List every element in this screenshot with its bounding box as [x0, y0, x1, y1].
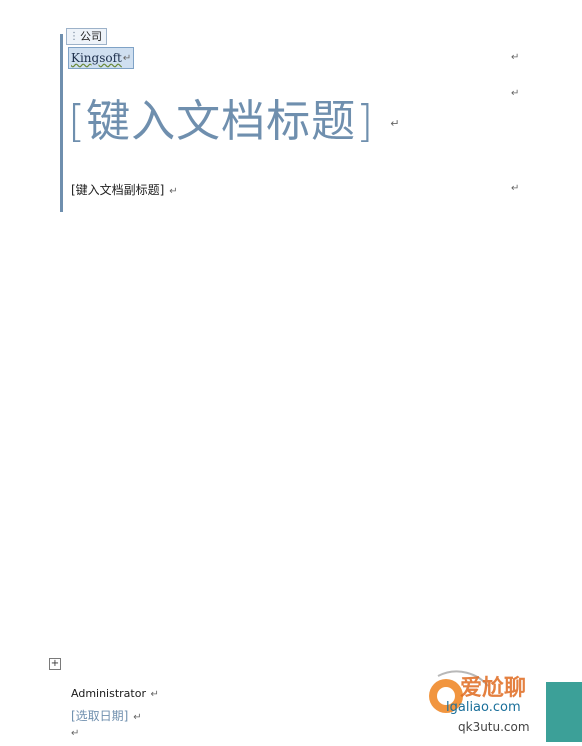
- document-subtitle[interactable]: [键入文档副标题] ↵: [71, 181, 178, 198]
- date-field[interactable]: [选取日期] ↵: [71, 707, 142, 724]
- drag-grip-icon[interactable]: ⋮: [69, 29, 79, 44]
- title-placeholder[interactable]: [键入文档标题]: [68, 96, 374, 147]
- paragraph-mark: ↵: [511, 52, 520, 63]
- author-name[interactable]: Administrator: [71, 687, 146, 700]
- watermark-logo: 爱尬聊 lgaliao.com qk3utu.com: [418, 666, 582, 742]
- paragraph-mark: ↵: [150, 689, 159, 700]
- paragraph-mark: ↵: [133, 712, 142, 723]
- date-placeholder[interactable]: [选取日期]: [71, 709, 128, 723]
- document-page: ⋮ 公司 Kingsoft ↵ ↵ ↵ [键入文档标题] ↵ [键入文档副标题]…: [0, 0, 582, 742]
- company-control-label: 公司: [80, 30, 102, 43]
- paragraph-mark: ↵: [169, 186, 178, 197]
- paragraph-mark: ↵: [122, 52, 132, 64]
- author-field[interactable]: Administrator ↵: [71, 687, 159, 700]
- company-text[interactable]: Kingsoft: [71, 51, 122, 65]
- table-expand-icon[interactable]: +: [49, 658, 61, 670]
- cover-vertical-rule: [60, 34, 63, 212]
- company-field[interactable]: Kingsoft ↵: [68, 47, 135, 69]
- company-control-tag[interactable]: ⋮ 公司: [66, 28, 107, 45]
- watermark-title: 爱尬聊: [460, 676, 527, 701]
- paragraph-mark: ↵: [511, 88, 520, 99]
- paragraph-mark: ↵: [511, 183, 520, 194]
- subtitle-placeholder[interactable]: [键入文档副标题]: [71, 183, 164, 197]
- watermark-url: lgaliao.com: [446, 700, 521, 715]
- paragraph-mark: ↵: [71, 728, 80, 739]
- paragraph-mark: ↵: [390, 117, 401, 130]
- document-title[interactable]: [键入文档标题] ↵: [68, 92, 401, 154]
- watermark-url-secondary: qk3utu.com: [458, 720, 530, 734]
